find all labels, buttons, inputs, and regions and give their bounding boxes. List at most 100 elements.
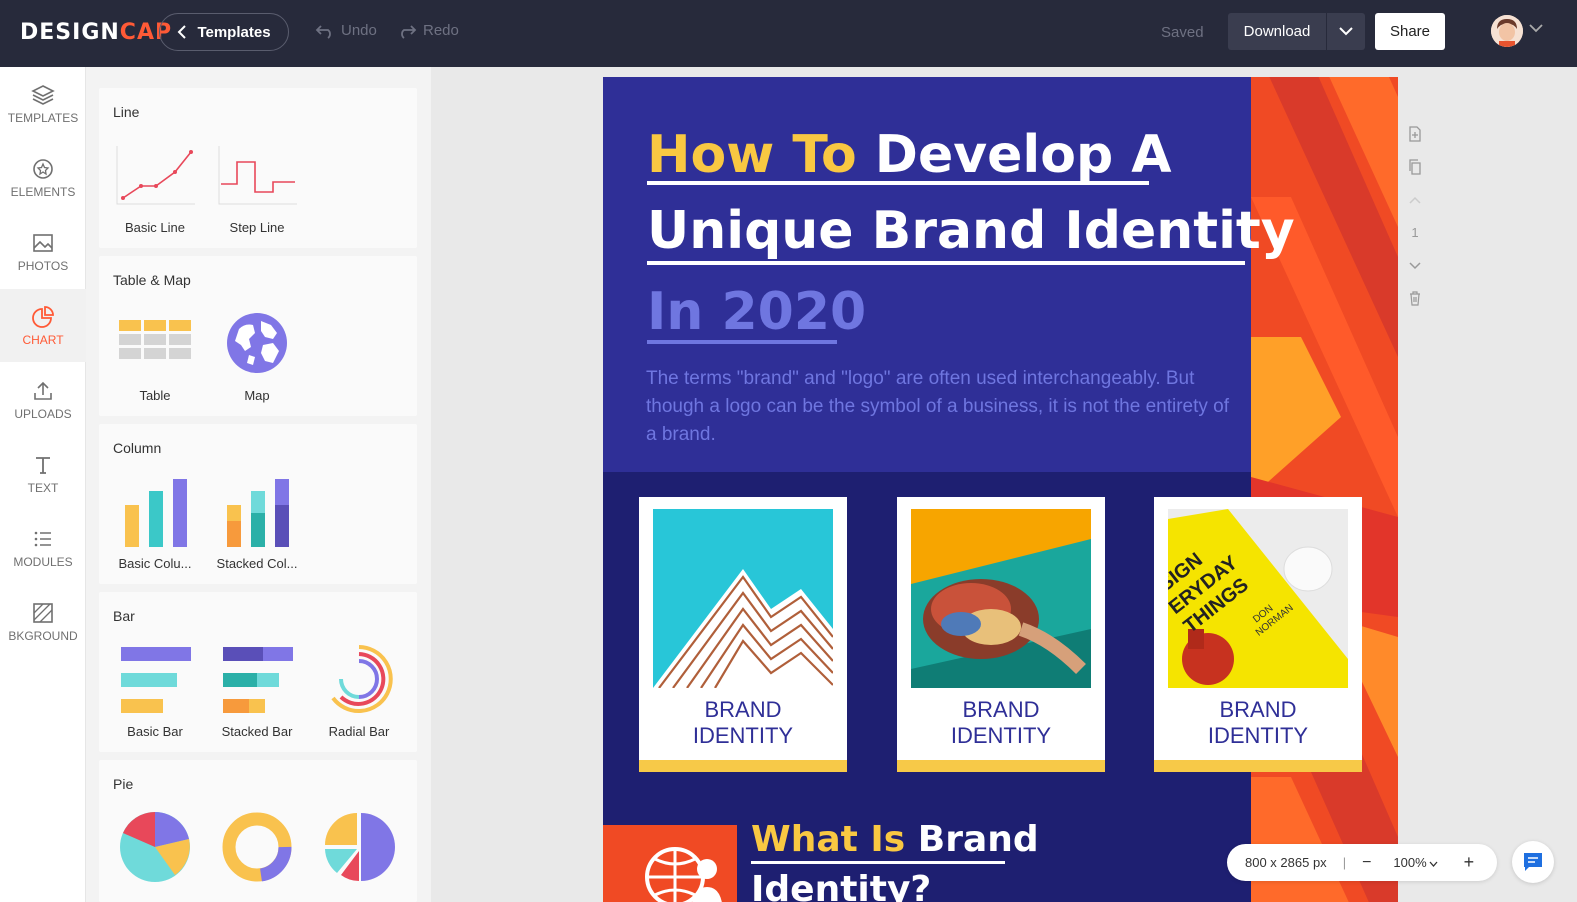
chart-item-donut[interactable]	[211, 808, 303, 886]
share-button[interactable]: Share	[1375, 13, 1445, 50]
sidebar-label-background: BKGROUND	[8, 628, 78, 643]
title-underline-2	[647, 261, 1245, 265]
sidebar-item-background[interactable]: BKGROUND	[0, 585, 86, 658]
page-down-button[interactable]	[1401, 249, 1429, 282]
title-underline-1	[647, 181, 1149, 185]
section-2-title-line-1[interactable]: What Is Brand	[751, 819, 1039, 860]
brand-card-2[interactable]: BRAND IDENTITY	[897, 497, 1105, 772]
pie-chart-icon	[32, 305, 54, 328]
chart-item-table[interactable]: Table	[109, 304, 201, 403]
title-line-3[interactable]: In 2020	[647, 282, 866, 342]
image-icon	[33, 233, 53, 252]
title-line-1[interactable]: How To Develop A	[647, 125, 1172, 185]
card-3-line-1: BRAND	[1219, 697, 1297, 722]
stacked-bar-icon	[223, 647, 293, 713]
zoom-in-button[interactable]: +	[1464, 852, 1475, 873]
sidebar-item-elements[interactable]: ELEMENTS	[0, 141, 86, 214]
card-1-label: BRAND IDENTITY	[639, 697, 847, 749]
stacked-column-label: Stacked Col...	[216, 556, 298, 571]
donut-icon	[222, 812, 292, 882]
sidebar-label-elements: ELEMENTS	[10, 184, 76, 199]
sidebar-item-uploads[interactable]: UPLOADS	[0, 363, 86, 436]
title-part-1: Develop A	[874, 125, 1172, 185]
zoom-out-button[interactable]: −	[1362, 854, 1371, 872]
card-3-line-2: IDENTITY	[1207, 723, 1309, 748]
undo-icon	[315, 24, 331, 39]
redo-icon	[401, 24, 417, 39]
map-label: Map	[244, 388, 270, 403]
chart-item-pie[interactable]	[109, 808, 201, 886]
chat-icon	[1524, 853, 1542, 871]
card-1-accent-bar	[639, 760, 847, 772]
card-3-accent-bar	[1154, 760, 1362, 772]
sidebar-item-templates[interactable]: TEMPLATES	[0, 67, 86, 140]
redo-label: Redo	[423, 22, 459, 39]
section-column: Column Basic Colu... Stacked Col...	[99, 424, 417, 584]
saved-status: Saved	[1161, 24, 1204, 41]
section-title-line: Line	[113, 104, 140, 120]
delete-page-button[interactable]	[1401, 282, 1429, 315]
background-icon	[33, 602, 53, 623]
zoom-level-select[interactable]: 100%	[1393, 855, 1438, 870]
section-2-title-line-2[interactable]: Identity?	[751, 869, 931, 902]
sidebar-item-modules[interactable]: MODULES	[0, 511, 86, 584]
icon-block[interactable]	[603, 825, 737, 902]
sidebar-label-photos: PHOTOS	[17, 258, 69, 273]
sidebar-label-chart: CHART	[22, 332, 64, 347]
pie-icon	[120, 812, 190, 882]
designcap-logo[interactable]: DESIGNCAP	[20, 20, 172, 45]
sidebar-label-templates: TEMPLATES	[7, 110, 79, 125]
chat-button[interactable]	[1512, 841, 1554, 883]
undo-button[interactable]: Undo	[315, 22, 377, 39]
page-number: 1	[1411, 225, 1419, 240]
step-line-icon	[218, 146, 297, 205]
chart-panel: Line Basic Line Step Line Table & Map Ta…	[86, 67, 431, 902]
design-page[interactable]: How To Develop A Unique Brand Identity I…	[603, 77, 1398, 902]
chart-item-radial-bar[interactable]: Radial Bar	[313, 640, 405, 739]
brand-card-1[interactable]: BRAND IDENTITY	[639, 497, 847, 772]
building-photo	[653, 509, 833, 688]
section-title-column: Column	[113, 440, 162, 456]
section-title-table-map: Table & Map	[113, 272, 191, 288]
add-page-button[interactable]	[1401, 117, 1429, 150]
templates-button[interactable]: Templates	[159, 13, 289, 51]
add-page-icon	[1409, 125, 1421, 142]
chart-item-exploded-pie[interactable]	[313, 808, 405, 886]
chart-item-step-line[interactable]: Step Line	[211, 136, 303, 235]
sidebar-item-chart[interactable]: CHART	[0, 289, 86, 362]
chart-item-basic-bar[interactable]: Basic Bar	[109, 640, 201, 739]
sidebar-item-photos[interactable]: PHOTOS	[0, 215, 86, 288]
hero-description[interactable]: The terms "brand" and "logo" are often u…	[646, 365, 1236, 449]
page-up-button[interactable]	[1401, 183, 1429, 216]
card-2-label: BRAND IDENTITY	[897, 697, 1105, 749]
chart-item-stacked-bar[interactable]: Stacked Bar	[211, 640, 303, 739]
section-2-highlight: What Is	[751, 819, 906, 860]
chart-item-basic-column[interactable]: Basic Colu...	[109, 472, 201, 571]
chevron-left-icon	[178, 25, 187, 39]
undo-label: Undo	[341, 22, 377, 39]
title-line-2[interactable]: Unique Brand Identity	[647, 201, 1295, 261]
chevron-up-icon	[1409, 196, 1421, 204]
stacked-bar-label: Stacked Bar	[221, 724, 293, 739]
chart-item-basic-line[interactable]: Basic Line	[109, 136, 201, 235]
table-label: Table	[139, 388, 171, 403]
zoom-level-value: 100%	[1393, 855, 1427, 870]
card-3-label: BRAND IDENTITY	[1154, 697, 1362, 749]
account-chevron-down-icon[interactable]	[1529, 24, 1543, 33]
download-options-dropdown[interactable]	[1326, 13, 1365, 50]
duplicate-page-button[interactable]	[1401, 150, 1429, 183]
text-icon	[36, 456, 50, 474]
list-icon	[34, 531, 51, 546]
download-button[interactable]: Download	[1228, 13, 1365, 50]
sidebar-item-text[interactable]: TEXT	[0, 437, 86, 510]
building-illustration	[653, 509, 833, 688]
chart-item-map[interactable]: Map	[211, 304, 303, 403]
canvas-area[interactable]: How To Develop A Unique Brand Identity I…	[431, 67, 1577, 902]
sidebar-label-modules: MODULES	[13, 554, 73, 569]
brand-card-3[interactable]: SIGN ERYDAY THINGS DON NORMAN BRAND IDEN…	[1154, 497, 1362, 772]
redo-button[interactable]: Redo	[397, 22, 459, 39]
user-avatar[interactable]	[1491, 15, 1523, 47]
chart-item-stacked-column[interactable]: Stacked Col...	[211, 472, 303, 571]
section-title-pie: Pie	[113, 776, 134, 792]
sidebar-label-uploads: UPLOADS	[14, 406, 72, 421]
